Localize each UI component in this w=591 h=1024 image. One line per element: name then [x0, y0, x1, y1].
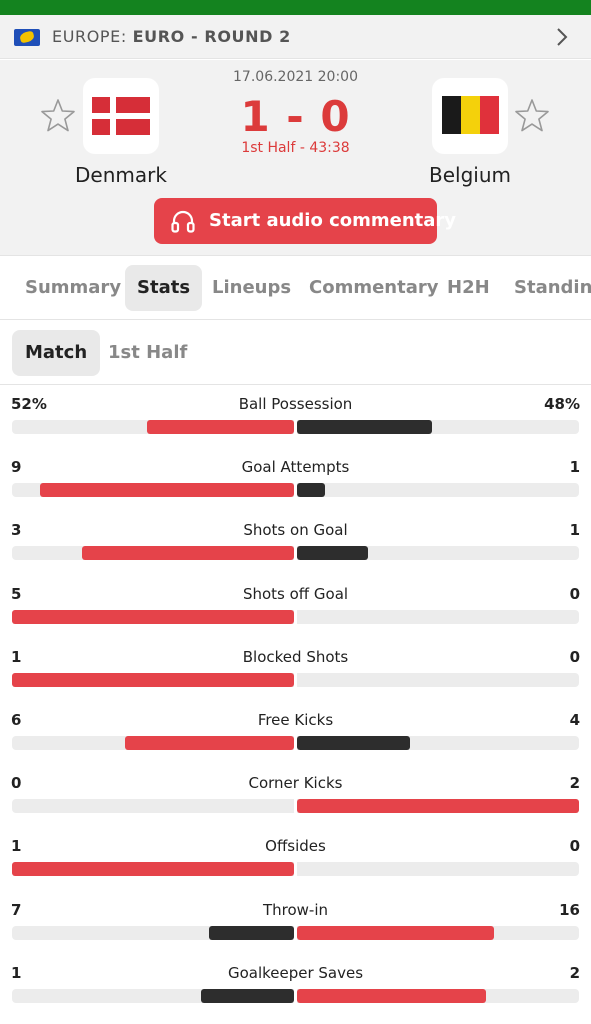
europe-flag-icon [14, 29, 40, 46]
stat-name: Shots off Goal [242, 584, 349, 603]
stat-home-bar [125, 735, 294, 750]
status-bar [0, 0, 591, 15]
match-header: Denmark 17.06.2021 20:00 1 - 0 1st Half … [0, 60, 591, 256]
league-header[interactable]: EUROPE: EURO - ROUND 2 [0, 15, 591, 59]
stat-away-track [297, 483, 579, 498]
stat-home-track [12, 988, 294, 1003]
stat-home-track [12, 862, 294, 877]
league-title: EUROPE: EURO - ROUND 2 [52, 27, 291, 46]
stat-away-track [297, 799, 579, 814]
stat-away-track [297, 546, 579, 561]
stat-home-track [12, 799, 294, 814]
stat-away-bar [297, 483, 325, 498]
stat-row: 9 Goal Attempts 1 [0, 449, 591, 512]
stat-name: Goal Attempts [241, 458, 350, 477]
subtab-1st-half[interactable]: 1st Half [95, 330, 200, 376]
stat-name: Ball Possession [238, 395, 353, 413]
stat-away-bar [297, 988, 486, 1003]
stat-row: 1 Goalkeeper Saves 2 [0, 955, 591, 1018]
stat-home-track [12, 735, 294, 750]
stat-home-track [12, 420, 294, 434]
stat-row: 52% Ball Possession 48% [0, 386, 591, 449]
stat-name: Goalkeeper Saves [227, 963, 364, 982]
league-region: EUROPE: [52, 27, 127, 46]
stat-home-bar [82, 546, 294, 561]
stat-home-track [12, 546, 294, 561]
stat-away-value: 1 [569, 458, 580, 477]
stat-home-track [12, 609, 294, 624]
stat-away-bar [297, 546, 368, 561]
tab-stats[interactable]: Stats [125, 265, 203, 311]
stat-away-value: 4 [569, 710, 580, 729]
stat-row: 0 Corner Kicks 2 [0, 765, 591, 828]
belgium-flag-icon [442, 96, 499, 134]
stat-away-value: 2 [569, 963, 580, 982]
stat-name: Offsides [265, 837, 326, 856]
tab-commentary[interactable]: Commentary [297, 265, 450, 311]
stat-away-track [297, 988, 579, 1003]
headphones-icon [171, 210, 195, 233]
stat-away-value: 0 [569, 837, 580, 856]
stat-home-track [12, 672, 294, 687]
stat-home-bar [147, 420, 294, 434]
stat-away-value: 0 [569, 584, 580, 603]
stat-name: Throw-in [262, 900, 329, 919]
stat-name: Free Kicks [257, 710, 334, 729]
stats-list: 52% Ball Possession 48% 9 Goal Attempts 1 3 Sho… [0, 386, 591, 1018]
stat-row: 7 Throw-in 16 [0, 892, 591, 955]
stat-row: 1 Offsides 0 [0, 828, 591, 891]
stat-away-value: 16 [559, 900, 580, 919]
stat-home-bar [12, 609, 294, 624]
audio-commentary-label: Start audio commentary [209, 210, 457, 231]
stat-away-track [297, 672, 579, 687]
tab-standings[interactable]: Standings [502, 265, 591, 311]
away-team-logo[interactable] [432, 78, 508, 154]
stat-name: Blocked Shots [242, 647, 349, 666]
tab-summary[interactable]: Summary [13, 265, 133, 311]
chevron-right-icon[interactable] [553, 28, 571, 46]
stat-away-bar [297, 735, 410, 750]
league-name: EURO - ROUND 2 [132, 27, 291, 46]
stat-home-bar [209, 925, 294, 940]
stat-away-track [297, 925, 579, 940]
stat-away-bar [297, 799, 579, 814]
stat-away-value: 0 [569, 647, 580, 666]
stat-home-bar [40, 483, 294, 498]
stat-away-bar [297, 925, 494, 940]
stat-row: 5 Shots off Goal 0 [0, 576, 591, 639]
stat-home-track [12, 483, 294, 498]
home-team-name[interactable]: Denmark [31, 163, 211, 187]
tab-h2h[interactable]: H2H [435, 265, 502, 311]
stat-away-bar [297, 420, 432, 434]
stat-home-bar [201, 988, 294, 1003]
tab-lineups[interactable]: Lineups [200, 265, 303, 311]
subtab-match[interactable]: Match [12, 330, 101, 376]
audio-commentary-button[interactable]: Start audio commentary [154, 198, 456, 244]
stat-away-value: 48% [544, 395, 580, 413]
stat-home-bar [12, 862, 294, 877]
period-tabs: Match 1st Half [0, 321, 591, 385]
stat-name: Shots on Goal [243, 521, 348, 540]
stat-away-track [297, 420, 579, 434]
stat-home-track [12, 925, 294, 940]
stat-row: 3 Shots on Goal 1 [0, 512, 591, 575]
main-tabs: Summary Stats Lineups Commentary H2H Sta… [0, 256, 591, 320]
stat-away-value: 1 [569, 521, 580, 540]
stat-home-bar [12, 672, 294, 687]
stat-away-value: 2 [569, 774, 580, 793]
stat-row: 1 Blocked Shots 0 [0, 639, 591, 702]
stat-row: 6 Free Kicks 4 [0, 702, 591, 765]
stat-away-track [297, 862, 579, 877]
stat-away-track [297, 735, 579, 750]
stat-name: Corner Kicks [248, 774, 343, 793]
stat-away-track [297, 609, 579, 624]
away-team-name[interactable]: Belgium [380, 163, 560, 187]
favorite-away-star-icon[interactable] [514, 98, 550, 134]
